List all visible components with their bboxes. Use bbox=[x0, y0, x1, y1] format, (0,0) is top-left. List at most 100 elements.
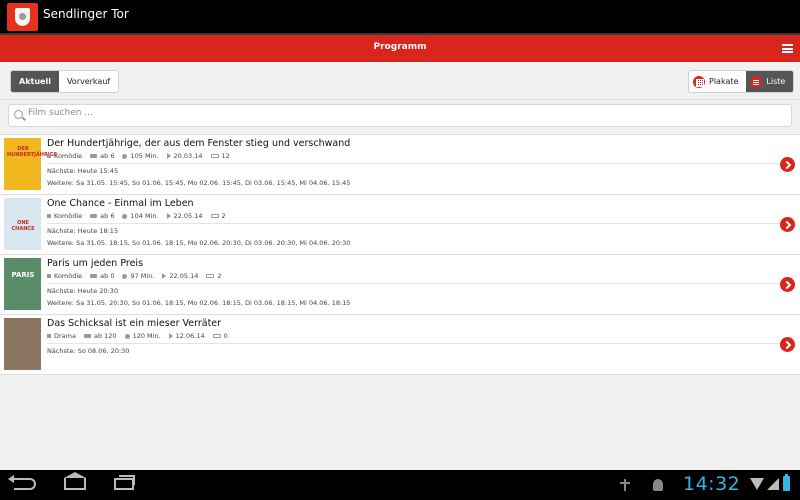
next-showtime: Nächste: Heute 18:15 bbox=[47, 227, 119, 235]
usb-icon bbox=[620, 479, 630, 491]
movie-screens: 2 bbox=[217, 272, 222, 280]
view-toggle: Plakate Liste bbox=[688, 70, 795, 93]
release-icon bbox=[166, 213, 171, 219]
fsk-icon bbox=[83, 334, 91, 338]
list-item[interactable]: DER HUNDERTJÄHRIGE Der Hundertjährige, d… bbox=[0, 135, 800, 195]
android-debug-icon bbox=[653, 479, 663, 491]
movie-screens: 12 bbox=[221, 152, 230, 160]
tab-aktuell[interactable]: Aktuell bbox=[11, 71, 59, 92]
screens-icon bbox=[206, 274, 215, 278]
duration-icon bbox=[122, 273, 128, 279]
item-divider bbox=[47, 163, 782, 164]
movie-duration: 97 Min. bbox=[130, 272, 155, 280]
movie-poster: ONE CHANCE bbox=[4, 198, 41, 250]
movie-genre: Komödie bbox=[54, 212, 83, 220]
item-divider bbox=[47, 283, 782, 284]
app-title: Sendlinger Tor bbox=[43, 7, 129, 21]
tab-vorverkauf[interactable]: Vorverkauf bbox=[59, 71, 118, 92]
page-title: Programm bbox=[373, 42, 427, 52]
back-icon[interactable] bbox=[8, 475, 36, 490]
movie-fsk: ab 0 bbox=[100, 272, 115, 280]
search-divider bbox=[0, 99, 800, 100]
search-input[interactable] bbox=[28, 108, 768, 118]
more-showtimes: Weitere: Sa 31.05. 20:30, So 01.06. 18:1… bbox=[47, 299, 351, 307]
movie-duration: 120 Min. bbox=[132, 332, 161, 340]
next-showtime: Nächste: Heute 20:30 bbox=[47, 287, 119, 295]
movie-release: 20.03.14 bbox=[173, 152, 203, 160]
home-icon[interactable] bbox=[64, 472, 86, 490]
chevron-right-icon[interactable] bbox=[780, 157, 795, 172]
chevron-right-icon[interactable] bbox=[780, 217, 795, 232]
release-icon bbox=[168, 333, 173, 339]
next-showtime: Nächste: So 08.06. 20:30 bbox=[47, 347, 130, 355]
screens-icon bbox=[210, 214, 219, 218]
movie-screens: 0 bbox=[223, 332, 228, 340]
item-divider bbox=[47, 223, 782, 224]
movie-poster: DER HUNDERTJÄHRIGE bbox=[4, 138, 58, 190]
movie-duration: 104 Min. bbox=[130, 212, 159, 220]
movie-screens: 2 bbox=[221, 212, 226, 220]
more-showtimes: Weitere: Sa 31.05. 15:45, So 01.06. 15:4… bbox=[47, 179, 351, 187]
signal-icon bbox=[767, 478, 779, 490]
movie-meta: Komödie ab 6 104 Min. 22.05.14 2 bbox=[47, 212, 226, 220]
list-icon bbox=[750, 75, 763, 88]
movie-fsk: ab 6 bbox=[100, 152, 115, 160]
genre-icon bbox=[47, 214, 51, 218]
movie-genre: Drama bbox=[54, 332, 76, 340]
movie-fsk: ab 120 bbox=[93, 332, 117, 340]
genre-icon bbox=[47, 154, 51, 158]
screens-icon bbox=[210, 154, 219, 158]
fsk-icon bbox=[90, 274, 98, 278]
hamburger-menu-icon[interactable] bbox=[782, 44, 793, 53]
genre-icon bbox=[47, 334, 51, 338]
wifi-icon bbox=[750, 478, 764, 490]
movie-meta: Komödie ab 0 97 Min. 22.05.14 2 bbox=[47, 272, 222, 280]
movie-title: Paris um jeden Preis bbox=[47, 258, 144, 269]
duration-icon bbox=[122, 153, 128, 159]
movie-release: 22.05.14 bbox=[173, 212, 203, 220]
view-plakate-button[interactable]: Plakate bbox=[689, 71, 746, 92]
poster-title: DER HUNDERTJÄHRIGE bbox=[7, 146, 58, 158]
movie-meta: Drama ab 120 120 Min. 12.06.14 0 bbox=[47, 332, 228, 340]
movie-duration: 105 Min. bbox=[130, 152, 159, 160]
movie-fsk: ab 6 bbox=[100, 212, 115, 220]
release-icon bbox=[166, 153, 171, 159]
movie-title: One Chance - Einmal im Leben bbox=[47, 198, 194, 209]
fsk-icon bbox=[90, 154, 98, 158]
search-box bbox=[8, 104, 792, 127]
chevron-right-icon[interactable] bbox=[780, 277, 795, 292]
next-showtime: Nächste: Heute 15:45 bbox=[47, 167, 119, 175]
movie-genre: Komödie bbox=[54, 272, 83, 280]
recent-apps-icon[interactable] bbox=[114, 475, 135, 490]
list-item[interactable]: ONE CHANCE One Chance - Einmal im Leben … bbox=[0, 195, 800, 255]
movie-poster: PARIS bbox=[4, 258, 41, 310]
movie-title: Der Hundertjährige, der aus dem Fenster … bbox=[47, 138, 351, 149]
duration-icon bbox=[122, 213, 128, 219]
view-liste-label: Liste bbox=[766, 77, 786, 86]
release-icon bbox=[162, 273, 167, 279]
chevron-right-icon[interactable] bbox=[780, 337, 795, 352]
genre-icon bbox=[47, 274, 51, 278]
view-plakate-label: Plakate bbox=[709, 77, 739, 86]
movie-poster bbox=[4, 318, 41, 370]
movie-release: 12.06.14 bbox=[175, 332, 205, 340]
system-navigation-bar: 14:32 bbox=[0, 470, 800, 500]
list-item[interactable]: PARIS Paris um jeden Preis Komödie ab 0 … bbox=[0, 255, 800, 315]
movie-meta: Komödie ab 6 105 Min. 20.03.14 12 bbox=[47, 152, 230, 160]
app-bar: Sendlinger Tor bbox=[0, 0, 800, 33]
search-icon bbox=[14, 110, 23, 119]
movie-genre: Komödie bbox=[54, 152, 83, 160]
system-clock[interactable]: 14:32 bbox=[683, 473, 740, 495]
filter-tabs: Aktuell Vorverkauf bbox=[10, 70, 120, 93]
cinema-logo-icon[interactable] bbox=[7, 3, 38, 31]
poster-title: ONE CHANCE bbox=[11, 220, 35, 232]
title-bar: Programm bbox=[0, 35, 800, 62]
battery-icon bbox=[783, 474, 790, 491]
movie-release: 22.05.14 bbox=[169, 272, 199, 280]
more-showtimes: Weitere: Sa 31.05. 18:15, So 01.06. 18:1… bbox=[47, 239, 351, 247]
movie-title: Das Schicksal ist ein mieser Verräter bbox=[47, 318, 222, 329]
view-liste-button[interactable]: Liste bbox=[746, 71, 794, 92]
grid-icon bbox=[693, 75, 705, 88]
list-item[interactable]: Das Schicksal ist ein mieser Verräter Dr… bbox=[0, 315, 800, 375]
screens-icon bbox=[212, 334, 221, 338]
